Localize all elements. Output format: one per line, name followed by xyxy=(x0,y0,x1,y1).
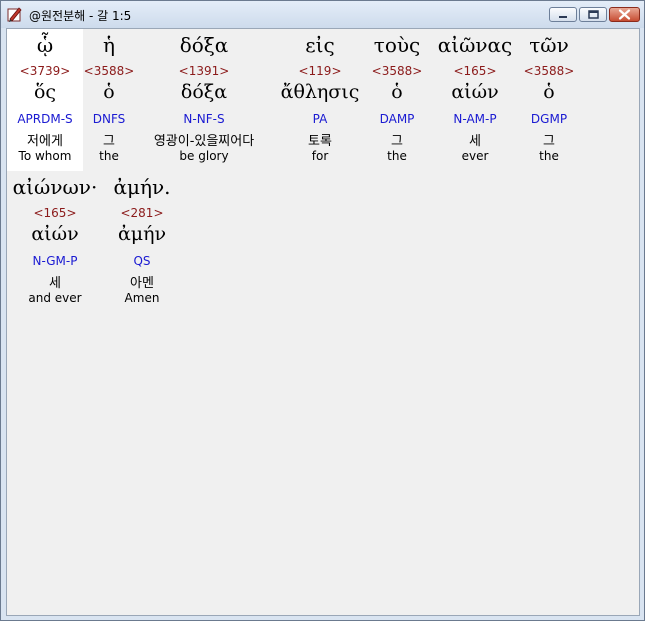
english-gloss: the xyxy=(539,149,559,163)
greek-word: τῶν xyxy=(529,33,569,57)
interlinear-view[interactable]: ᾧ <3739> ὅς APRDM-S 저에게 To whom ἡ <3588> ὁ DNFS 그 t… xyxy=(6,28,640,616)
parsing-code: N-NF-S xyxy=(183,112,225,126)
pen-document-icon[interactable] xyxy=(6,6,23,23)
close-button[interactable] xyxy=(609,7,640,22)
maximize-icon xyxy=(588,10,599,19)
strongs-number: <3588> xyxy=(523,64,575,78)
window-title: @원전분해 - 갈 1:5 xyxy=(29,9,132,23)
strongs-number: <1391> xyxy=(178,64,230,78)
greek-word: ἀμήν. xyxy=(113,175,171,199)
minimize-button[interactable] xyxy=(549,7,577,22)
lemma: ἀμήν xyxy=(117,223,167,245)
korean-gloss: 아멘 xyxy=(130,276,154,291)
maximize-button[interactable] xyxy=(579,7,607,22)
app-window: @원전분해 - 갈 1:5 ᾧ <3739> ὅς APRDM-S 저에게 To whom… xyxy=(0,0,645,621)
parsing-code: DGMP xyxy=(530,112,568,126)
close-icon xyxy=(618,9,631,20)
title-bar[interactable]: @원전분해 - 갈 1:5 xyxy=(1,1,644,28)
korean-gloss: 그 xyxy=(543,134,555,149)
strongs-number: <281> xyxy=(120,206,164,220)
minimize-icon xyxy=(559,16,567,18)
parsing-code: QS xyxy=(133,254,151,268)
english-gloss: Amen xyxy=(124,291,160,305)
lemma: ὁ xyxy=(543,81,555,103)
